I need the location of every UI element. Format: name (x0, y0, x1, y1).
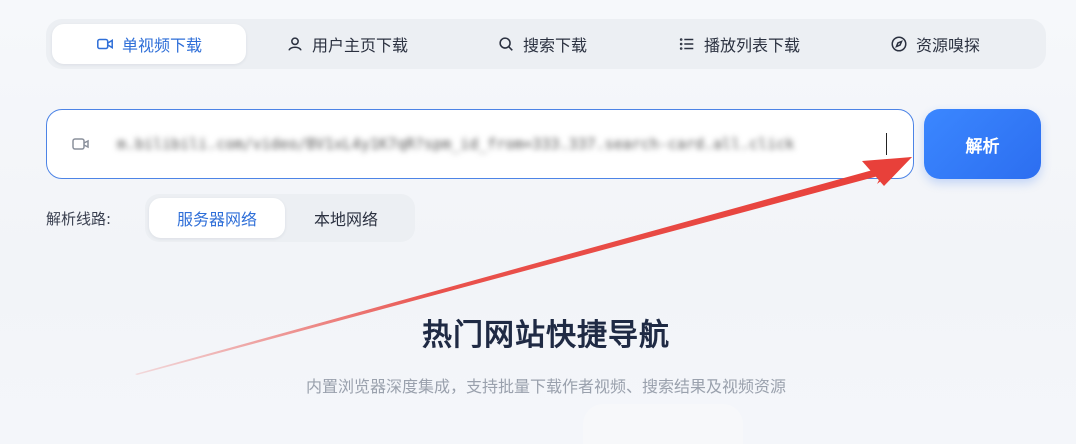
url-input[interactable] (117, 127, 884, 161)
route-option-local[interactable]: 本地网络 (285, 198, 407, 238)
tab-playlist[interactable]: 播放列表下载 (636, 24, 842, 64)
tab-label: 搜索下载 (522, 36, 587, 55)
tab-user-homepage[interactable]: 用户主页下载 (246, 24, 448, 64)
video-camera-icon (96, 35, 114, 53)
tab-resource-sniff[interactable]: 资源嗅探 (842, 24, 1028, 64)
compass-icon (890, 35, 908, 53)
tab-label: 用户主页下载 (311, 36, 408, 55)
route-label: 解析线路: (46, 210, 112, 228)
tab-label: 资源嗅探 (915, 36, 980, 55)
user-icon (286, 35, 304, 53)
text-caret (885, 133, 887, 155)
tab-label: 播放列表下载 (703, 36, 800, 55)
search-icon (497, 35, 515, 53)
url-input-box[interactable] (46, 109, 914, 179)
route-selector: 服务器网络 本地网络 (145, 194, 415, 242)
section-subtitle: 内置浏览器深度集成，支持批量下载作者视频、搜索结果及视频资源 (305, 377, 786, 396)
video-camera-icon (71, 134, 91, 154)
tab-single-video[interactable]: 单视频下载 (52, 24, 246, 64)
tab-label: 单视频下载 (121, 36, 202, 55)
download-mode-tabs: 单视频下载 用户主页下载 搜索下载 播放列表下载 资源嗅探 (46, 19, 1046, 69)
partial-card (583, 404, 743, 444)
list-icon (678, 35, 696, 53)
route-option-server[interactable]: 服务器网络 (149, 198, 285, 238)
section-title: 热门网站快捷导航 (422, 318, 670, 353)
parse-button[interactable]: 解析 (924, 109, 1041, 179)
tab-search[interactable]: 搜索下载 (448, 24, 636, 64)
